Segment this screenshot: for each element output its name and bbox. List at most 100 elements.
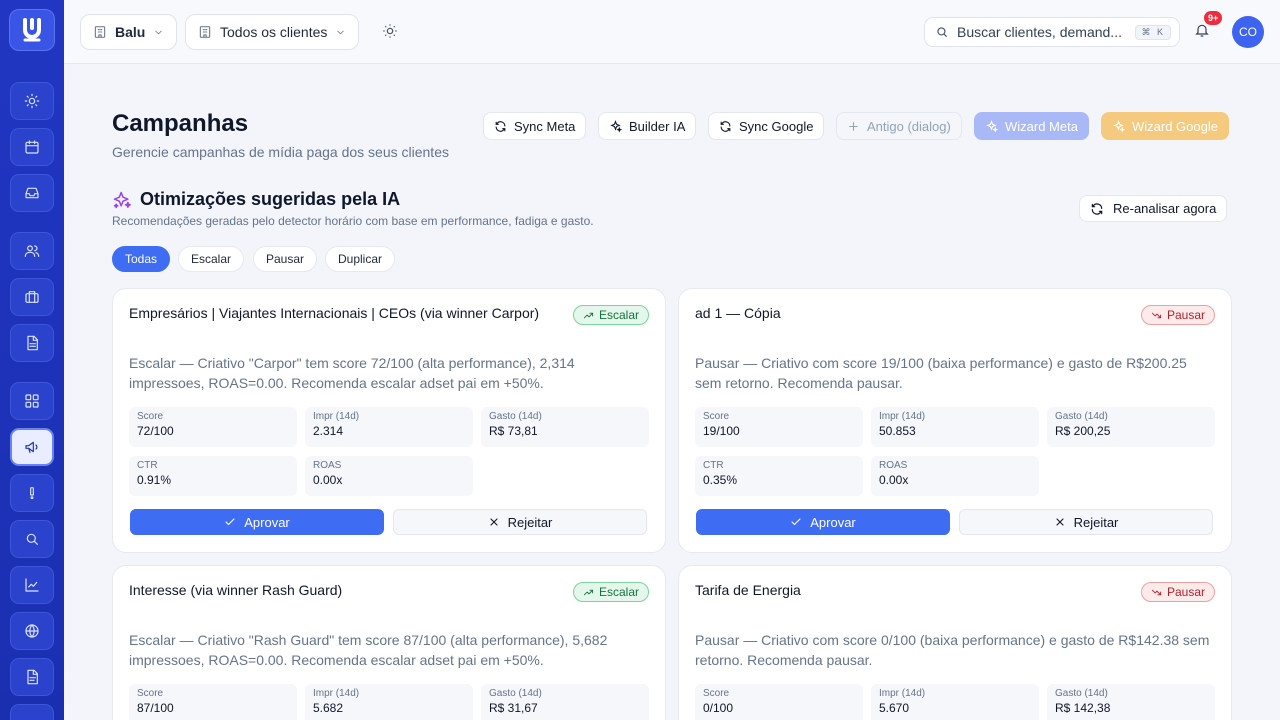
metric-label: Gasto (14d) (489, 688, 542, 699)
metric-gasto: Gasto (14d) R$ 200,25 (1047, 407, 1215, 447)
metric-value: R$ 31,67 (489, 701, 538, 715)
building-icon (94, 26, 106, 38)
sync-google-button[interactable]: Sync Google (708, 112, 825, 140)
card-title: Tarifa de Energia (695, 582, 801, 598)
status-badge-label: Escalar (598, 585, 639, 599)
card-title: Interesse (via winner Rash Guard) (129, 582, 343, 598)
trending-down-icon (1151, 589, 1162, 595)
workspace-select[interactable]: Balu (80, 14, 178, 50)
briefcase-icon (25, 291, 39, 303)
topbar: Balu Todos os clientes Buscar clientes, … (64, 0, 1280, 64)
wizard-google-button[interactable]: Wizard Google (1101, 112, 1229, 140)
megaphone-icon (25, 441, 38, 453)
nav-calendar[interactable] (10, 128, 54, 166)
filter-duplicar[interactable]: Duplicar (325, 246, 396, 272)
status-badge: Escalar (572, 582, 649, 602)
metric-impr: Impr (14d) 5.682 (305, 684, 473, 720)
search-shortcut: ⌘ K (1135, 24, 1171, 40)
metric-label: ROAS (879, 460, 908, 471)
antigo-dialog-button[interactable]: Antigo (dialog) (836, 112, 962, 140)
metric-label: CTR (137, 460, 158, 471)
metric-label: Score (703, 688, 730, 699)
client-select[interactable]: Todos os clientes (185, 14, 360, 50)
refresh-icon (720, 120, 731, 132)
nav-alert[interactable] (10, 474, 54, 512)
app-logo[interactable] (9, 9, 55, 51)
metric-gasto: Gasto (14d) R$ 31,67 (481, 684, 649, 720)
nav-more[interactable] (10, 704, 54, 720)
nav-documents[interactable] (10, 324, 54, 362)
metric-value: 87/100 (137, 701, 174, 715)
sun-icon (24, 93, 40, 109)
optimizations-title-text: Otimizações sugeridas pela IA (140, 189, 401, 209)
calendar-icon (25, 140, 39, 154)
status-badge: Pausar (1140, 582, 1215, 602)
metric-label: Gasto (14d) (489, 411, 542, 422)
filter-escalar[interactable]: Escalar (178, 246, 245, 272)
nav-grid[interactable] (10, 382, 54, 420)
metric-impr: Impr (14d) 50.853 (871, 407, 1039, 447)
metric-score: Score 19/100 (695, 407, 863, 447)
approve-button[interactable]: Aprovar (696, 509, 950, 535)
metric-value: 72/100 (137, 424, 174, 438)
suggestion-card: ad 1 — Cópia Pausar Pausar — Criativo co… (678, 288, 1232, 553)
sync-google-label: Sync Google (739, 118, 814, 134)
card-description: Pausar — Criativo com score 19/100 (baix… (695, 355, 1187, 391)
optimizations-subtitle: Recomendações geradas pelo detector horá… (112, 214, 594, 228)
check-icon (791, 518, 801, 526)
nav-dashboard[interactable] (10, 82, 54, 120)
builder-ia-button[interactable]: Builder IA (598, 112, 697, 140)
metric-score: Score 0/100 (695, 684, 863, 720)
nav-briefcase[interactable] (10, 278, 54, 316)
metric-label: Gasto (14d) (1055, 411, 1108, 422)
reject-button[interactable]: Rejeitar (393, 509, 647, 535)
metric-label: Gasto (14d) (1055, 688, 1108, 699)
card-description: Escalar — Criativo "Rash Guard" tem scor… (129, 632, 608, 668)
nav-files[interactable] (10, 658, 54, 696)
theme-toggle[interactable] (382, 23, 400, 41)
sparkles-icon (986, 119, 998, 133)
notifications-button[interactable] (1194, 22, 1212, 42)
nav-users[interactable] (10, 232, 54, 270)
reject-button[interactable]: Rejeitar (959, 509, 1213, 535)
logo-icon (23, 18, 41, 42)
wizard-meta-button[interactable]: Wizard Meta (974, 112, 1089, 140)
card-description: Escalar — Criativo "Carpor" tem score 72… (129, 355, 575, 391)
optimizations-title: Otimizações sugeridas pela IA (112, 189, 400, 210)
metric-gasto: Gasto (14d) R$ 142,38 (1047, 684, 1215, 720)
nav-search[interactable] (10, 520, 54, 558)
nav-inbox[interactable] (10, 174, 54, 212)
page-subtitle: Gerencie campanhas de mídia paga dos seu… (112, 144, 449, 160)
building-icon (199, 26, 211, 38)
grid-icon (25, 394, 39, 408)
sync-meta-button[interactable]: Sync Meta (483, 112, 587, 140)
metric-value: 50.853 (879, 424, 916, 438)
reanalyze-button[interactable]: Re-analisar agora (1079, 195, 1228, 222)
check-icon (225, 518, 235, 526)
sparkles-icon (610, 119, 622, 133)
metric-impr: Impr (14d) 2.314 (305, 407, 473, 447)
search-bar[interactable]: Buscar clientes, demand... ⌘ K (924, 17, 1180, 47)
filter-todas[interactable]: Todas (112, 246, 171, 272)
close-icon (490, 518, 498, 526)
nav-reports[interactable] (10, 566, 54, 604)
metric-roas: ROAS 0.00x (305, 456, 473, 496)
chevron-down-icon (155, 30, 163, 34)
search-input[interactable]: Buscar clientes, demand... (957, 24, 1127, 40)
metric-value: 0.00x (879, 473, 909, 487)
metric-value: 0.91% (137, 473, 172, 487)
avatar[interactable]: CO (1232, 16, 1264, 48)
nav-campaigns[interactable] (10, 428, 54, 466)
metric-label: ROAS (313, 460, 342, 471)
trending-up-icon (583, 589, 594, 595)
nav-globe[interactable] (10, 612, 54, 650)
approve-button[interactable]: Aprovar (130, 509, 384, 535)
metric-value: 0.00x (313, 473, 343, 487)
metric-ctr: CTR 0.35% (695, 456, 863, 496)
sidebar (0, 0, 64, 720)
metric-value: R$ 73,81 (489, 424, 538, 438)
status-badge-label: Pausar (1166, 585, 1205, 599)
status-badge-label: Pausar (1166, 308, 1205, 322)
filter-pausar[interactable]: Pausar (253, 246, 318, 272)
search-icon (26, 533, 38, 545)
